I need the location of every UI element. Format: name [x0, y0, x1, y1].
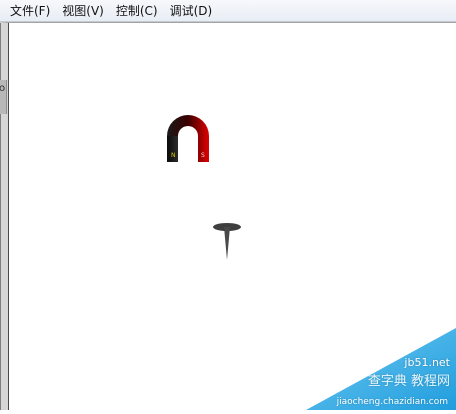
- magnet-pole-s: S: [201, 152, 205, 159]
- nail-icon: [213, 223, 241, 260]
- simulation-canvas[interactable]: [0, 22, 456, 410]
- magnet-icon: N S: [167, 115, 209, 162]
- magnet-object[interactable]: N S: [165, 108, 211, 164]
- nail-object[interactable]: [211, 222, 245, 262]
- menu-view[interactable]: 视图(V): [62, 0, 104, 22]
- menu-file[interactable]: 文件(F): [10, 0, 50, 22]
- magnet-pole-n: N: [171, 152, 176, 159]
- menu-debug[interactable]: 调试(D): [170, 0, 213, 22]
- left-edge-fragment-text: o: [0, 83, 6, 94]
- menu-bar: 文件(F) 视图(V) 控制(C) 调试(D): [0, 0, 456, 22]
- menu-control[interactable]: 控制(C): [116, 0, 158, 22]
